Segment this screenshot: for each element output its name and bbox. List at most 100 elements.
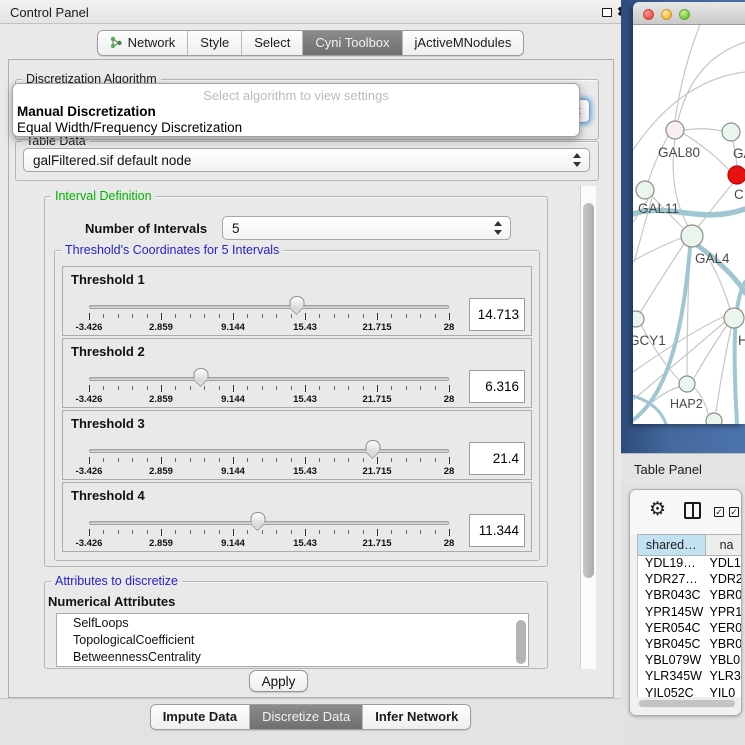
threshold-3-slider-thumb[interactable] <box>366 440 381 457</box>
split-columns-icon[interactable] <box>684 502 701 519</box>
threshold-1-value-field[interactable]: 14.713 <box>469 298 525 331</box>
threshold-3-tick-scale <box>89 457 449 465</box>
node-label-hap2: HAP2 <box>670 397 703 411</box>
node-gal4[interactable] <box>681 225 703 247</box>
table-row[interactable]: YBL079WYBL0 <box>638 653 742 669</box>
table-cell: YIL0 <box>706 686 743 698</box>
apply-button[interactable]: Apply <box>249 670 308 692</box>
column-header-name[interactable]: na <box>705 534 742 556</box>
table-row[interactable]: YLR345WYLR3 <box>638 669 742 685</box>
tick-mark <box>291 530 292 534</box>
tick-mark <box>161 529 162 536</box>
table-hscrollbar-track[interactable] <box>637 698 740 708</box>
tab-discretize-data[interactable]: Discretize Data <box>250 705 363 729</box>
minimize-traffic-light-icon[interactable] <box>661 9 672 20</box>
number-of-intervals-value: 5 <box>232 221 240 236</box>
node-gal11[interactable] <box>636 181 654 199</box>
network-window-titlebar[interactable] <box>633 2 745 25</box>
tick-label: 28 <box>444 466 455 477</box>
close-traffic-light-icon[interactable] <box>643 9 654 20</box>
table-cell: YBL0 <box>706 653 743 669</box>
checkbox-icon[interactable] <box>714 507 724 517</box>
algorithm-dropdown-popup: Select algorithm to view settings Manual… <box>12 83 580 137</box>
table-panel-header: Table Panel <box>621 453 745 484</box>
tick-mark <box>132 314 133 318</box>
node-top-right[interactable] <box>722 123 740 141</box>
tick-mark <box>377 313 378 320</box>
numerical-attributes-list[interactable]: SelfLoopsTopologicalCoefficientBetweenne… <box>56 613 529 667</box>
tab-infer-network[interactable]: Infer Network <box>363 705 470 729</box>
panel-scrollbar-thumb[interactable] <box>583 203 594 578</box>
tab-cyni-toolbox[interactable]: Cyni Toolbox <box>303 31 402 55</box>
threshold-2-slider-thumb[interactable] <box>193 368 208 385</box>
table-row[interactable]: YBR043CYBR0 <box>638 588 742 604</box>
number-of-intervals-combobox[interactable]: 5 <box>222 216 511 240</box>
tick-mark <box>89 457 90 464</box>
tick-mark <box>449 457 450 464</box>
threshold-1-panel: Threshold 1 -3.4262.8599.14415.4321.7152… <box>62 266 532 336</box>
tick-label: 2.859 <box>149 394 173 405</box>
tick-mark <box>334 458 335 462</box>
tick-label: 2.859 <box>149 322 173 333</box>
attribute-list-item[interactable]: BetweennessCentrality <box>57 648 528 665</box>
table-cell: YBR045C <box>638 637 706 653</box>
tick-mark <box>305 457 306 464</box>
table-row[interactable]: YPR145WYPR1 <box>638 605 742 621</box>
table-row[interactable]: YIL052CYIL0 <box>638 686 742 698</box>
tick-mark <box>118 530 119 534</box>
table-row[interactable]: YDL19…YDL1 <box>638 556 742 572</box>
threshold-4-slider-thumb[interactable] <box>251 512 266 529</box>
tick-mark <box>319 314 320 318</box>
node-hap2[interactable] <box>679 376 695 392</box>
threshold-1-slider-track[interactable] <box>89 305 449 309</box>
threshold-1-slider-thumb[interactable] <box>289 296 304 313</box>
threshold-3-slider-track[interactable] <box>89 449 449 453</box>
node-h[interactable] <box>724 308 744 328</box>
panel-title: Control Panel <box>10 5 89 20</box>
table-cell: YBR043C <box>638 588 706 604</box>
node-bottom-partial[interactable] <box>706 413 722 424</box>
gear-icon[interactable]: ⚙ <box>649 498 666 521</box>
tab-select[interactable]: Select <box>242 31 303 55</box>
table-data-combobox[interactable]: galFiltered.sif default node <box>23 148 590 172</box>
tab-style[interactable]: Style <box>188 31 242 55</box>
attribute-list-item[interactable]: SelfLoops <box>57 614 528 631</box>
tick-mark <box>161 313 162 320</box>
tab-network[interactable]: Network <box>98 31 189 55</box>
node-red-selected[interactable] <box>728 166 745 184</box>
table-hscrollbar-thumb[interactable] <box>639 700 735 707</box>
tab-jactivemnodules[interactable]: jActiveMNodules <box>403 31 524 55</box>
tick-mark <box>118 314 119 318</box>
tab-impute-data[interactable]: Impute Data <box>151 705 250 729</box>
threshold-4-slider-track[interactable] <box>89 521 449 525</box>
threshold-2-value-field[interactable]: 6.316 <box>469 370 525 403</box>
tick-mark <box>420 458 421 462</box>
combo-arrows-icon <box>493 221 502 235</box>
table-row[interactable]: YDR27…YDR2 <box>638 572 742 588</box>
network-canvas[interactable]: GAL80 GA C GAL11 GAL4 GCY1 H HAP2 <box>633 25 745 424</box>
threshold-3-value-field[interactable]: 21.4 <box>469 442 525 475</box>
tick-mark <box>118 458 119 462</box>
threshold-4-value-field[interactable]: 11.344 <box>469 514 525 547</box>
checkbox-icon[interactable] <box>729 507 739 517</box>
node-gal80[interactable] <box>666 121 684 139</box>
popup-option-manual-discretization[interactable]: Manual Discretization <box>16 104 576 119</box>
attribute-list-item[interactable]: TopologicalCoefficient <box>57 631 528 648</box>
table-data-combo-value: galFiltered.sif default node <box>33 153 191 168</box>
table-cell: YDL1 <box>706 556 743 572</box>
tick-label: 28 <box>444 538 455 549</box>
node-gcy1[interactable] <box>633 311 644 327</box>
tick-mark <box>247 458 248 462</box>
tick-mark <box>391 314 392 318</box>
zoom-traffic-light-icon[interactable] <box>679 9 690 20</box>
attributes-list-scrollbar[interactable] <box>516 620 526 664</box>
tick-mark <box>363 314 364 318</box>
table-row[interactable]: YER054CYER0 <box>638 621 742 637</box>
float-window-icon[interactable] <box>602 8 612 17</box>
popup-option-equal-width[interactable]: Equal Width/Frequency Discretization <box>16 120 576 135</box>
tick-mark <box>204 458 205 462</box>
table-row[interactable]: YBR045CYBR0 <box>638 637 742 653</box>
column-header-shared-name[interactable]: shared… <box>637 534 705 556</box>
tick-mark <box>348 530 349 534</box>
threshold-2-slider-track[interactable] <box>89 377 449 381</box>
